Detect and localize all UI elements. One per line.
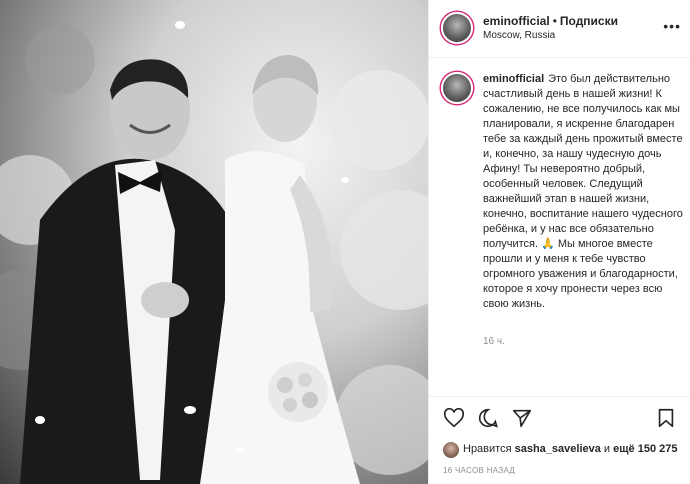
more-horizontal-icon[interactable]: •••: [663, 18, 681, 34]
posted-time[interactable]: 16 ЧАСОВ НАЗАД: [443, 466, 515, 475]
likes-text: Нравится sasha_savelieva и ещё 150 275: [463, 443, 677, 455]
avatar[interactable]: [441, 12, 473, 44]
bookmark-icon[interactable]: [655, 407, 677, 429]
caption-section: eminofficial Это был действительно счастл…: [429, 58, 690, 396]
liker-username[interactable]: sasha_savelieva: [515, 443, 601, 455]
caption-avatar[interactable]: [441, 72, 473, 104]
liker-avatar[interactable]: [443, 442, 459, 458]
caption-text: eminofficial Это был действительно счастл…: [483, 72, 683, 312]
caption-body: Это был действительно счастливый день в …: [483, 73, 683, 310]
heart-icon[interactable]: [443, 407, 465, 429]
header-user-line: eminofficial • Подписки: [483, 14, 618, 28]
likes-prefix: Нравится: [463, 443, 512, 455]
header-username[interactable]: eminofficial: [483, 14, 550, 28]
action-bar: [429, 396, 690, 438]
caption-time: 16 ч.: [483, 336, 505, 347]
post-photo[interactable]: [0, 0, 428, 484]
likes-count[interactable]: ещё 150 275: [613, 443, 677, 455]
follow-button[interactable]: Подписки: [560, 14, 618, 28]
likes-row: Нравится sasha_savelieva и ещё 150 275: [429, 438, 690, 462]
caption-username[interactable]: eminofficial: [483, 73, 544, 85]
post-panel: eminofficial • Подписки Moscow, Russia •••…: [428, 0, 690, 484]
wedding-photo-illustration: [0, 21, 428, 484]
location-link[interactable]: Moscow, Russia: [483, 30, 555, 41]
separator-dot: •: [552, 14, 557, 28]
share-icon[interactable]: [511, 407, 533, 429]
likes-and: и: [603, 443, 611, 455]
comment-icon[interactable]: [477, 407, 499, 429]
post-header: eminofficial • Подписки Moscow, Russia •••: [429, 0, 690, 58]
